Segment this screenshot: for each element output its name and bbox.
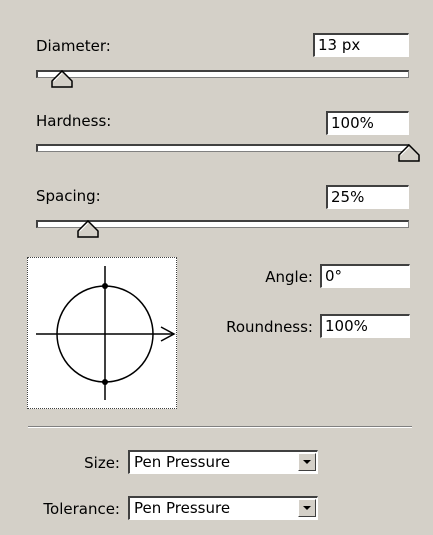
brush-angle-icon — [36, 266, 176, 400]
roundness-label: Roundness: — [226, 318, 313, 336]
angle-field[interactable]: 0° — [320, 264, 410, 288]
diameter-label: Diameter: — [36, 37, 111, 55]
diameter-field[interactable]: 13 px — [313, 33, 409, 57]
hardness-field[interactable]: 100% — [326, 111, 409, 135]
divider — [28, 426, 412, 428]
hardness-label: Hardness: — [36, 112, 112, 130]
brush-angle-preview[interactable] — [27, 257, 177, 409]
tolerance-label: Tolerance: — [43, 500, 120, 518]
tolerance-select-value: Pen Pressure — [134, 499, 231, 517]
tolerance-select[interactable]: Pen Pressure — [128, 496, 318, 520]
chevron-down-icon[interactable] — [298, 499, 316, 517]
diameter-slider-track[interactable] — [36, 70, 409, 78]
hardness-slider-track[interactable] — [36, 144, 409, 152]
roundness-field[interactable]: 100% — [320, 314, 410, 338]
spacing-label: Spacing: — [36, 187, 101, 205]
spacing-slider-thumb[interactable] — [77, 220, 99, 238]
size-select-value: Pen Pressure — [134, 453, 231, 471]
size-select[interactable]: Pen Pressure — [128, 450, 318, 474]
spacing-field[interactable]: 25% — [326, 185, 409, 209]
hardness-slider-thumb[interactable] — [398, 144, 420, 162]
diameter-slider-thumb[interactable] — [51, 70, 73, 88]
size-label: Size: — [84, 454, 120, 472]
angle-label: Angle: — [265, 268, 313, 286]
chevron-down-icon[interactable] — [298, 453, 316, 471]
